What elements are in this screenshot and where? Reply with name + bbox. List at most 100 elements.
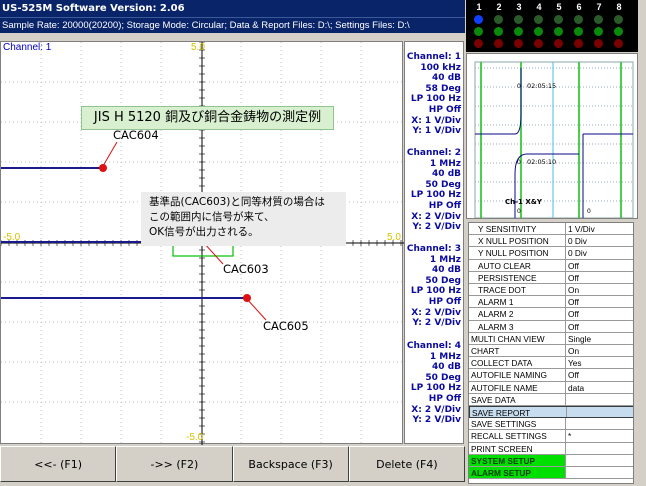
setting-value[interactable]: 0 Div [566, 235, 633, 246]
channel-x-scale: X: 1 V/Div [411, 115, 461, 126]
setting-row-alarm-setup[interactable]: ALARM SETUP [469, 467, 633, 480]
channel-x-scale: X: 2 V/Div [411, 307, 461, 318]
note-box: 基準品(CAC603)と同等材質の場合は この範囲内に信号が来て、 OK信号が出… [141, 192, 346, 246]
channel-led [494, 27, 503, 36]
channel-led-panel: 1 2 3 4 5 6 7 8 [466, 0, 638, 52]
f1-left-button[interactable]: <<- (F1) [0, 446, 117, 482]
setting-row-save-data[interactable]: SAVE DATA [469, 393, 633, 406]
channel-led [614, 39, 623, 48]
setting-value[interactable] [566, 394, 633, 405]
channel-y-scale: Y: 2 V/Div [412, 318, 461, 329]
setting-row-multi-chan-view[interactable]: MULTI CHAN VIEW Single [469, 332, 633, 345]
led-number: 1 [476, 2, 482, 12]
top-scale-label: 5.0 [191, 42, 205, 53]
channel-phase: 50 Deg [425, 275, 461, 286]
mini-scope[interactable]: 02:05:15 02:05:10 0 0 0 0 Ch-1 X&Y [466, 53, 638, 219]
setting-row-alarm-1[interactable]: ALARM 1 Off [469, 296, 633, 309]
setting-value[interactable]: On [566, 284, 633, 295]
setting-row-x-null-position[interactable]: X NULL POSITION 0 Div [469, 235, 633, 248]
channel-led [594, 15, 603, 24]
channel-led [514, 39, 523, 48]
channel-y-scale: Y: 2 V/Div [412, 222, 461, 233]
setting-name: MULTI CHAN VIEW [469, 332, 566, 344]
setting-row-alarm-2[interactable]: ALARM 2 Off [469, 308, 633, 321]
setting-name: Y NULL POSITION [469, 247, 566, 259]
setting-row-chart[interactable]: CHART On [469, 345, 633, 358]
scope-trace-label: Ch-1 X&Y [505, 198, 543, 206]
setting-row-autofile-naming[interactable]: AUTOFILE NAMING Off [469, 369, 633, 382]
marker-cac605 [243, 294, 251, 302]
channel-gain: 40 dB [432, 362, 461, 373]
channel-led [514, 27, 523, 36]
setting-value[interactable]: Off [566, 369, 633, 380]
channel-highpass: HP Off [428, 393, 461, 404]
setting-value[interactable] [566, 443, 633, 454]
setting-value[interactable]: Off [566, 321, 633, 332]
channel-y-scale: Y: 1 V/Div [412, 126, 461, 137]
setting-name: AUTOFILE NAMING [469, 369, 566, 381]
setting-row-autofile-name[interactable]: AUTOFILE NAME data [469, 381, 633, 394]
f4-delete-button[interactable]: Delete (F4) [348, 446, 465, 482]
setting-row-system-setup[interactable]: SYSTEM SETUP [469, 454, 633, 467]
xy-plot[interactable]: Channel: 1 5.0 -5.0 -5.0 5.0 JIS H 5120 … [0, 41, 404, 445]
scope-zero-label: 0 [517, 83, 521, 90]
channel-led [554, 39, 563, 48]
setting-value[interactable]: * [566, 430, 633, 441]
scope-zero-label: 0 [587, 208, 591, 215]
channel-gain: 40 dB [432, 73, 461, 84]
setting-row-trace-dot[interactable]: TRACE DOT On [469, 284, 633, 297]
setting-name: ALARM SETUP [469, 467, 566, 479]
channel-led [574, 27, 583, 36]
setting-name: COLLECT DATA [469, 357, 566, 369]
settings-table: Y SENSITIVITY 1 V/Div X NULL POSITION 0 Div… [468, 222, 634, 484]
channel-frequency: 1 MHz [429, 254, 461, 265]
channel-led [534, 15, 543, 24]
led-number: 6 [576, 2, 582, 12]
plot-channel-label: Channel: 1 [3, 42, 52, 53]
setting-row-auto-clear[interactable]: AUTO CLEAR Off [469, 259, 633, 272]
setting-row-print-screen[interactable]: PRINT SCREEN [469, 442, 633, 455]
setting-value[interactable] [567, 407, 633, 418]
setting-value[interactable]: Off [566, 272, 633, 283]
setting-value[interactable]: Off [566, 296, 633, 307]
setting-name: CHART [469, 345, 566, 357]
marker-label-cac603: CAC603 [223, 262, 269, 276]
led-number: 5 [556, 2, 562, 12]
setting-row-collect-data[interactable]: COLLECT DATA Yes [469, 357, 633, 370]
setting-value[interactable]: data [566, 382, 633, 393]
setting-row-y-sensitivity[interactable]: Y SENSITIVITY 1 V/Div [469, 223, 633, 236]
channel-lowpass: LP 100 Hz [410, 286, 461, 297]
note-line: 基準品(CAC603)と同等材質の場合は [149, 196, 325, 208]
setting-value[interactable]: Yes [566, 357, 633, 368]
setting-value[interactable] [566, 467, 633, 479]
setting-row-alarm-3[interactable]: ALARM 3 Off [469, 320, 633, 333]
setting-value[interactable]: Off [566, 308, 633, 319]
channel-info-2: Channel: 2 1 MHz 40 dB 50 Deg LP 100 Hz … [405, 148, 463, 233]
scope-zero-label: 0 [517, 208, 521, 215]
setting-value[interactable]: Off [566, 260, 633, 271]
setting-row-recall-settings[interactable]: RECALL SETTINGS * [469, 430, 633, 443]
setting-row-y-null-position[interactable]: Y NULL POSITION 0 Div [469, 247, 633, 260]
setting-name: ALARM 2 [469, 308, 566, 320]
setting-value[interactable]: Single [566, 333, 633, 344]
setting-value[interactable]: 0 Div [566, 247, 633, 258]
leader-cac605 [246, 298, 267, 321]
setting-row-persistence[interactable]: PERSISTENCE Off [469, 271, 633, 284]
channel-led [614, 27, 623, 36]
f2-right-button[interactable]: ->> (F2) [116, 446, 233, 482]
channel-led [494, 39, 503, 48]
setting-name: Y SENSITIVITY [469, 223, 566, 235]
led-number: 7 [596, 2, 602, 12]
channel-frequency: 1 MHz [429, 351, 461, 362]
bottom-scale-label: -5.0 [186, 432, 204, 443]
setting-row-save-settings[interactable]: SAVE SETTINGS [469, 418, 633, 431]
setting-row-save-report[interactable]: SAVE REPORT [469, 406, 633, 419]
setting-value[interactable] [566, 454, 633, 466]
marker-label-cac605: CAC605 [263, 319, 309, 333]
setting-value[interactable]: On [566, 345, 633, 356]
f3-backspace-button[interactable]: Backspace (F3) [232, 446, 349, 482]
setting-value[interactable]: 1 V/Div [566, 223, 633, 234]
channel-lowpass: LP 100 Hz [410, 190, 461, 201]
marker-cac604 [99, 164, 107, 172]
setting-value[interactable] [566, 418, 633, 429]
